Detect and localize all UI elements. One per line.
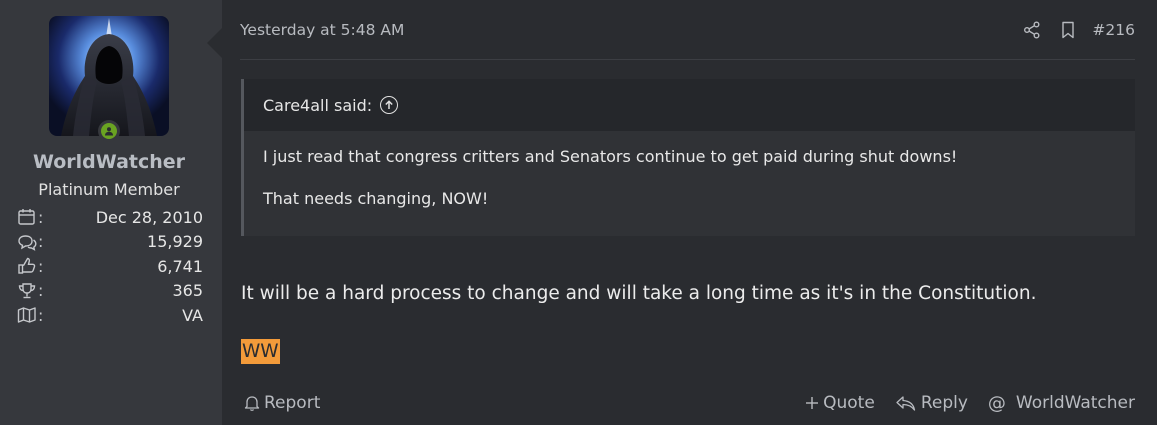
quote-block: Care4all said: I just read that congress… [241, 79, 1135, 236]
stat-location: : VA [17, 303, 203, 328]
mention-button[interactable]: @ WorldWatcher [988, 393, 1135, 414]
map-icon [17, 307, 36, 323]
plus-icon [806, 397, 819, 409]
online-status-indicator [98, 120, 120, 142]
stat-points: : 365 [17, 279, 203, 304]
post-main: Yesterday at 5:48 AM #216 Care4all said:… [240, 0, 1137, 425]
calendar-icon [18, 209, 35, 225]
post-date[interactable]: Yesterday at 5:48 AM [240, 21, 404, 39]
user-sidebar: WorldWatcher Platinum Member : Dec 28, 2… [0, 0, 222, 425]
report-button[interactable]: Report [244, 393, 320, 413]
report-label: Report [264, 393, 321, 413]
stat-value: 15,929 [147, 232, 203, 252]
reply-button[interactable]: Reply [895, 393, 968, 413]
quote-button[interactable]: Quote [805, 393, 875, 413]
quote-header: Care4all said: [244, 79, 1135, 131]
stat-messages: : 15,929 [17, 230, 203, 255]
quote-content: I just read that congress critters and S… [244, 131, 1135, 209]
stat-value: 365 [172, 281, 203, 301]
avatar[interactable] [49, 16, 169, 136]
arrow-up-icon [385, 100, 393, 109]
stat-value: 6,741 [157, 256, 203, 276]
quote-line: That needs changing, NOW! [263, 189, 489, 208]
trophy-icon [18, 283, 36, 298]
stat-value: VA [182, 305, 203, 325]
bookmark-icon [1062, 21, 1075, 39]
post-body: It will be a hard process to change and … [241, 283, 1037, 304]
header-divider [240, 59, 1135, 60]
signature: WW [241, 339, 280, 364]
share-button[interactable] [1014, 21, 1050, 39]
user-stats: : Dec 28, 2010 : 15,929 : 6,741: 365: … [17, 205, 203, 328]
post-footer: Report Quote Reply @ WorldWatcher [240, 390, 1135, 416]
goto-quote-button[interactable] [380, 96, 399, 114]
username[interactable]: WorldWatcher [0, 151, 218, 173]
reply-icon [896, 396, 915, 411]
reply-label: Reply [920, 393, 968, 413]
quote-author[interactable]: Care4all said: [263, 96, 372, 115]
messages-icon [18, 235, 37, 251]
thumbs-up-icon [18, 258, 36, 274]
share-icon [1024, 21, 1040, 39]
quote-label: Quote [823, 393, 875, 413]
bell-icon [244, 396, 260, 411]
stat-value: Dec 28, 2010 [95, 207, 203, 227]
stat-reactions: : 6,741 [17, 254, 203, 279]
quote-line: I just read that congress critters and S… [263, 147, 958, 166]
user-title: Platinum Member [38, 180, 180, 199]
mention-label: WorldWatcher [1015, 393, 1135, 413]
post-header: Yesterday at 5:48 AM #216 [240, 17, 1135, 43]
post-number-link[interactable]: #216 [1092, 21, 1135, 39]
user-status-icon [105, 127, 113, 136]
at-icon: @ [987, 392, 1006, 414]
stat-joined: : Dec 28, 2010 [17, 205, 203, 230]
bookmark-button[interactable] [1050, 21, 1086, 39]
post-arrow [207, 28, 222, 58]
